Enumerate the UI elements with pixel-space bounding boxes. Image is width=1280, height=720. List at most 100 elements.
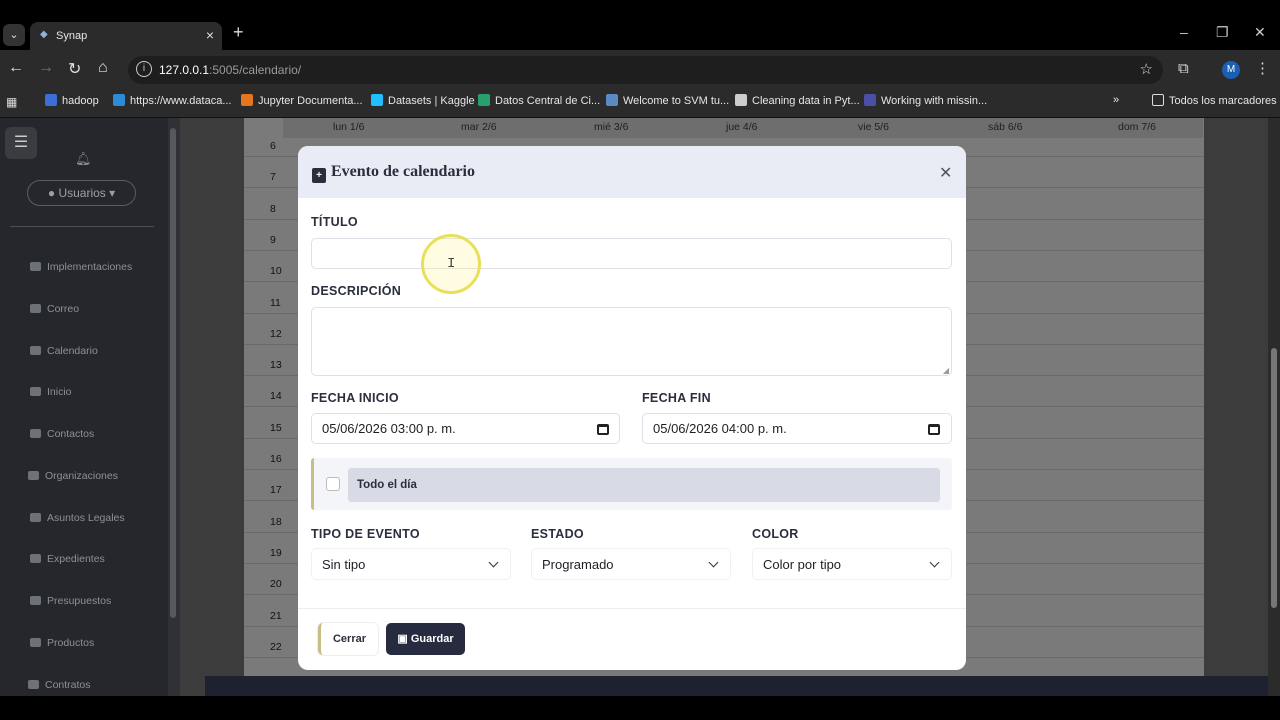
calendar-hour-label: 11 [270, 296, 281, 309]
fecha-fin-input[interactable]: 05/06/2026 04:00 p. m. [642, 413, 952, 444]
calendar-hour-label: 18 [270, 515, 282, 528]
calendar-day-header-5: sáb 6/6 [988, 121, 1023, 133]
restore-icon[interactable]: ❐ [1216, 24, 1229, 41]
more-bookmarks-icon[interactable]: » [1113, 94, 1119, 106]
url-text[interactable]: 127.0.0.1:5005/calendario/ [159, 63, 301, 77]
back-icon[interactable]: ← [8, 59, 24, 77]
calendar-day-header-2: mié 3/6 [594, 121, 629, 133]
text-cursor-icon: I [447, 256, 456, 272]
calendar-hour-label: 12 [270, 327, 282, 340]
browser-tab[interactable]: ◆ Synap × [30, 22, 222, 50]
calendar-hour-label: 14 [270, 390, 282, 403]
sidebar-item-productos[interactable]: Productos [30, 637, 94, 649]
chevron-down-icon [488, 557, 499, 568]
omnibox[interactable]: i 127.0.0.1:5005/calendario/ ☆ [128, 56, 1163, 84]
fecha-inicio-label: FECHA INICIO [311, 391, 399, 405]
titulo-input[interactable] [311, 238, 952, 269]
tab-close-icon[interactable]: × [206, 27, 214, 43]
sidebar-item-presupuestos[interactable]: Presupuestos [30, 595, 111, 607]
fecha-inicio-input[interactable]: 05/06/2026 03:00 p. m. [311, 413, 620, 444]
modal-close-icon[interactable]: ✕ [939, 163, 952, 183]
calendar-hour-label: 17 [270, 484, 282, 497]
titulo-label: TÍTULO [311, 215, 358, 229]
calendar-hour-label: 19 [270, 546, 282, 559]
bookmark-kaggle[interactable]: Datasets | Kaggle [371, 94, 475, 107]
descripcion-textarea[interactable]: ◢ [311, 307, 952, 376]
reload-icon[interactable]: ↻ [68, 59, 81, 79]
sidebar-divider [10, 226, 154, 227]
browser-menu-icon[interactable]: ⋮ [1255, 59, 1270, 77]
calendar-picker-icon[interactable] [928, 424, 940, 435]
color-select[interactable]: Color por tipo [752, 548, 952, 580]
tipo-evento-label: TIPO DE EVENTO [311, 527, 420, 541]
site-info-icon[interactable]: i [136, 61, 152, 77]
estado-select[interactable]: Programado [531, 548, 731, 580]
bookmark-star-icon[interactable]: ☆ [1140, 60, 1153, 78]
resize-handle-icon[interactable]: ◢ [943, 366, 949, 375]
calendar-hour-label: 20 [270, 578, 282, 591]
bell-icon[interactable]: 🔔︎ [75, 151, 92, 167]
profile-avatar[interactable]: M [1222, 61, 1240, 79]
tab-title: Synap [56, 30, 88, 42]
todo-el-dia-label[interactable]: Todo el día [357, 479, 417, 491]
event-modal: + Evento de calendario ✕ TÍTULO DESCRIPCI… [298, 146, 966, 670]
estado-label: ESTADO [531, 527, 584, 541]
taskbar [0, 696, 1280, 720]
calendar-plus-icon: + [312, 168, 326, 183]
sidebar-item-asuntos-legales[interactable]: Asuntos Legales [30, 512, 125, 524]
calendar-hour-label: 10 [270, 265, 282, 278]
cerrar-button[interactable]: Cerrar [318, 623, 378, 655]
home-icon[interactable]: ⌂ [98, 59, 108, 77]
bookmark-svm[interactable]: Welcome to SVM tu... [606, 94, 729, 107]
calendar-day-header-4: vie 5/6 [858, 121, 889, 133]
bookmark-cleaning-data[interactable]: Cleaning data in Pyt... [735, 94, 860, 107]
tab-search-button[interactable]: ⌄ [3, 24, 25, 46]
calendar-hour-label: 9 [270, 233, 276, 246]
calendar-day-header-1: mar 2/6 [461, 121, 497, 133]
bookmark-hadoop[interactable]: hadoop [45, 94, 99, 107]
sidebar-item-contactos[interactable]: Contactos [30, 428, 94, 440]
sidebar-item-organizaciones[interactable]: Organizaciones [28, 470, 118, 482]
sidebar-scrollbar[interactable] [168, 118, 180, 696]
bookmark-missing-data[interactable]: Working with missin... [864, 94, 987, 107]
all-bookmarks-folder[interactable]: Todos los marcadores [1152, 94, 1277, 107]
sidebar-item-expedientes[interactable]: Expedientes [30, 553, 105, 565]
calendar-hour-label: 16 [270, 453, 282, 465]
calendar-hour-label: 22 [270, 640, 282, 653]
page-scrollbar[interactable] [1268, 118, 1280, 696]
page-footer [205, 676, 1268, 696]
modal-title: + Evento de calendario [312, 163, 475, 183]
synap-favicon-icon: ◆ [40, 29, 48, 40]
save-icon: ▣ [397, 633, 408, 645]
calendar-hour-label: 8 [270, 202, 276, 215]
calendar-day-header-0: lun 1/6 [333, 121, 365, 133]
calendar-hour-label: 13 [270, 359, 282, 372]
sidebar-item-implementaciones[interactable]: Implementaciones [30, 261, 132, 273]
sidebar-item-correo[interactable]: Correo [30, 303, 79, 315]
extensions-icon[interactable]: ⧉ [1178, 60, 1189, 77]
descripcion-label: DESCRIPCIÓN [311, 284, 402, 298]
window-close-icon[interactable]: ✕ [1254, 24, 1266, 41]
guardar-button[interactable]: ▣ Guardar [386, 623, 465, 655]
sidebar-item-contratos[interactable]: Contratos [28, 679, 91, 691]
minimize-icon[interactable]: – [1180, 24, 1188, 40]
calendar-hour-label: 15 [270, 421, 282, 434]
bookmark-jupyter[interactable]: Jupyter Documenta... [241, 94, 363, 107]
bookmark-datacamp[interactable]: https://www.dataca... [113, 94, 232, 107]
new-tab-icon[interactable]: + [233, 22, 244, 43]
todo-el-dia-checkbox[interactable] [326, 477, 340, 491]
bookmark-datos-central[interactable]: Datos Central de Ci... [478, 94, 600, 107]
sidebar-item-calendario[interactable]: Calendario [30, 345, 98, 357]
calendar-day-header-6: dom 7/6 [1118, 121, 1156, 133]
users-dropdown-button[interactable]: ● Usuarios ▾ [27, 180, 136, 206]
calendar-picker-icon[interactable] [597, 424, 609, 435]
menu-toggle-icon[interactable]: ☰ [5, 127, 37, 159]
tipo-evento-select[interactable]: Sin tipo [311, 548, 511, 580]
calendar-right-margin [1204, 118, 1268, 696]
forward-icon[interactable]: → [38, 59, 54, 77]
todo-el-dia-row[interactable] [348, 468, 940, 502]
apps-grid-icon[interactable]: ▦ [6, 95, 17, 109]
color-label: COLOR [752, 527, 799, 541]
sidebar-item-inicio[interactable]: Inicio [30, 386, 72, 398]
browser-tabstrip: ⌄ ◆ Synap × + – ❐ ✕ [0, 0, 1280, 50]
